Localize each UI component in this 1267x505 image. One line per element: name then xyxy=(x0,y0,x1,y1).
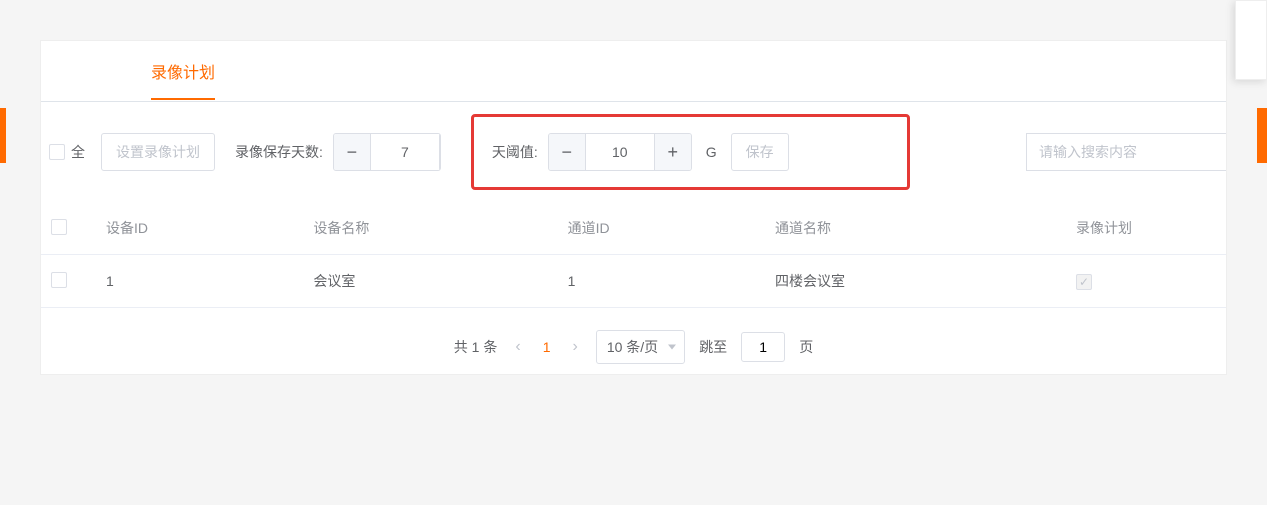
minus-icon: − xyxy=(347,142,358,163)
row-plan-checkbox[interactable] xyxy=(1076,274,1092,290)
col-device-id: 设备ID xyxy=(96,202,303,255)
dropdown-shadow-remnant xyxy=(1235,0,1267,80)
device-table: 设备ID 设备名称 通道ID 通道名称 录像计划 1 会议室 1 四楼会议室 xyxy=(41,202,1226,308)
right-accent-bar xyxy=(1257,108,1267,163)
jump-label: 跳至 xyxy=(699,337,727,357)
pagination-prev-button[interactable]: ‹ xyxy=(511,338,524,356)
select-all-label: 全 xyxy=(71,142,85,162)
save-days-decrease-button[interactable]: − xyxy=(334,134,370,170)
col-device-name: 设备名称 xyxy=(303,202,557,255)
table-header-row: 设备ID 设备名称 通道ID 通道名称 录像计划 xyxy=(41,202,1226,255)
table-row: 1 会议室 1 四楼会议室 xyxy=(41,255,1226,308)
col-recording-plan: 录像计划 xyxy=(1066,202,1226,255)
threshold-label: 天阈值: xyxy=(492,142,538,162)
pagination-current-page[interactable]: 1 xyxy=(539,339,555,355)
page-suffix: 页 xyxy=(799,337,813,357)
pagination-next-button[interactable]: › xyxy=(569,338,582,356)
left-accent-bar xyxy=(0,108,6,163)
row-checkbox[interactable] xyxy=(51,272,67,288)
tab-recording-plan[interactable]: 录像计划 xyxy=(151,65,215,82)
save-days-input[interactable] xyxy=(370,134,440,170)
header-checkbox[interactable] xyxy=(51,219,67,235)
page-size-label: 10 条/页 xyxy=(607,337,658,357)
select-all-checkbox[interactable] xyxy=(49,144,65,160)
threshold-unit: G xyxy=(706,144,717,160)
threshold-input[interactable] xyxy=(585,134,655,170)
jump-page-input[interactable] xyxy=(741,332,785,362)
save-days-stepper: − xyxy=(333,133,441,171)
col-channel-name: 通道名称 xyxy=(765,202,1066,255)
save-button[interactable]: 保存 xyxy=(731,133,789,171)
cell-device-id: 1 xyxy=(96,255,303,308)
col-channel-id: 通道ID xyxy=(558,202,765,255)
chevron-right-icon: › xyxy=(573,338,578,355)
chevron-left-icon: ‹ xyxy=(515,338,520,355)
threshold-increase-button[interactable]: + xyxy=(655,134,691,170)
threshold-decrease-button[interactable]: − xyxy=(549,134,585,170)
set-recording-plan-button[interactable]: 设置录像计划 xyxy=(101,133,215,171)
threshold-highlight-box: 天阈值: − + G 保存 xyxy=(471,114,910,190)
cell-channel-name: 四楼会议室 xyxy=(765,255,1066,308)
main-card: 录像计划 全 设置录像计划 录像保存天数: − 天阈值: − + xyxy=(40,40,1227,375)
page-size-select[interactable]: 10 条/页 xyxy=(596,330,685,364)
minus-icon: − xyxy=(562,142,573,163)
tab-header: 录像计划 xyxy=(41,41,1226,102)
search-input[interactable] xyxy=(1026,133,1226,171)
save-days-label: 录像保存天数: xyxy=(235,142,323,162)
cell-device-name: 会议室 xyxy=(303,255,557,308)
pagination-total: 共 1 条 xyxy=(454,337,498,357)
cell-channel-id: 1 xyxy=(558,255,765,308)
pagination: 共 1 条 ‹ 1 › 10 条/页 跳至 页 xyxy=(41,308,1226,374)
threshold-stepper: − + xyxy=(548,133,692,171)
plus-icon: + xyxy=(668,142,679,163)
toolbar: 全 设置录像计划 录像保存天数: − 天阈值: − + G 保存 xyxy=(41,102,1226,202)
